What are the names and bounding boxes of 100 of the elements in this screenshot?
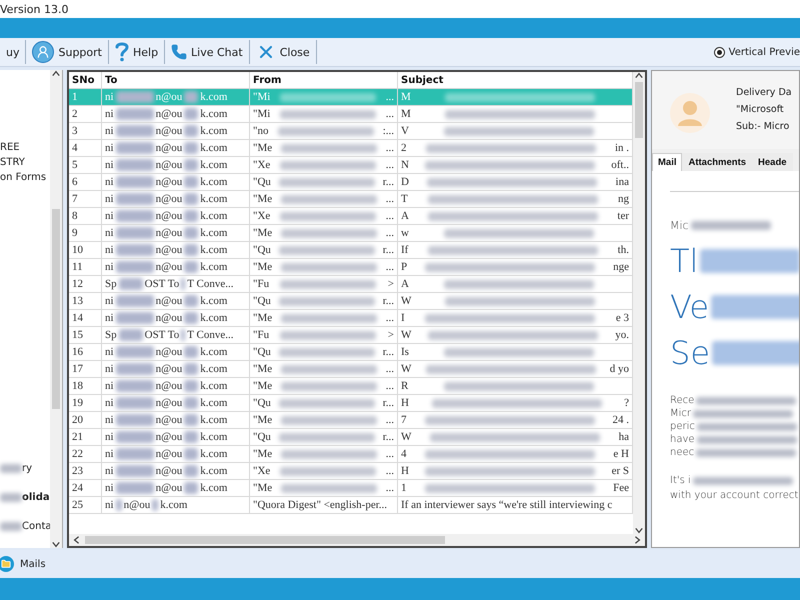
scroll-down-icon[interactable] <box>635 526 643 534</box>
table-row[interactable]: 6 ni n@ou k.com "Qu r... D ina <box>69 174 633 191</box>
table-cell: k.com <box>200 210 228 222</box>
table-row[interactable]: 22 ni n@ou k.com "Me ... 4 e H <box>69 446 633 463</box>
table-cell: "Me <box>253 448 272 460</box>
toolbar-button[interactable]: Support <box>26 40 109 64</box>
table-row[interactable]: 17 ni n@ou k.com "Me ... W d yo <box>69 361 633 378</box>
table-row[interactable]: 20 ni n@ou k.com "Me ... 7 24 . <box>69 412 633 429</box>
table-row[interactable]: 12 Sp OST To T Conve... "Fu > A <box>69 276 633 293</box>
table-row[interactable]: 9 ni n@ou k.com "Me ... w <box>69 225 633 242</box>
scrollbar-thumb[interactable] <box>635 82 643 138</box>
table-row[interactable]: 4 ni n@ou k.com "Me ... 2 in . <box>69 140 633 157</box>
table-cell: R <box>401 380 408 392</box>
table-cell: ni <box>105 448 114 460</box>
table-cell: n@ou <box>156 448 182 460</box>
table-cell: k.com <box>160 499 188 511</box>
tree-item[interactable]: ry <box>22 463 32 474</box>
blurred-text <box>116 108 154 120</box>
toolbar-button[interactable]: Live Chat <box>165 40 250 64</box>
table-cell: ni <box>105 465 114 477</box>
table-row[interactable]: 3 ni n@ou k.com "no :... V <box>69 123 633 140</box>
table-cell: P <box>401 261 408 273</box>
table-row[interactable]: 23 ni n@ou k.com "Xe ... H er S <box>69 463 633 480</box>
table-cell: T Conve... <box>187 329 234 341</box>
scroll-up-icon[interactable] <box>635 72 643 80</box>
table-row[interactable]: 10 ni n@ou k.com "Qu r... If th. <box>69 242 633 259</box>
blurred-text <box>184 346 198 358</box>
table-cell: k.com <box>200 448 228 460</box>
scroll-down-icon[interactable] <box>52 540 60 548</box>
vertical-preview-option[interactable]: Vertical Previe <box>714 46 800 58</box>
scroll-left-icon[interactable] <box>73 536 81 544</box>
tree-item[interactable]: on Forms <box>0 172 46 183</box>
table-row[interactable]: 21 ni n@ou k.com "Qu r... W ha <box>69 429 633 446</box>
table-cell: r... <box>382 244 394 256</box>
table-cell: ni <box>105 108 114 120</box>
toolbar-button[interactable]: Help <box>108 40 166 64</box>
table-cell: n@ou <box>156 482 182 494</box>
table-row[interactable]: 25 ni n@ou k.com "Quora Digest" <english-per... If an interviewer says “we're still interviewing c <box>69 497 633 514</box>
table-cell: k.com <box>200 108 228 120</box>
table-cell: 7 <box>72 193 78 205</box>
blurred-text <box>184 176 198 188</box>
table-row[interactable]: 5 ni n@ou k.com "Xe ... N oft.. <box>69 157 633 174</box>
column-header[interactable]: Subject <box>401 74 444 86</box>
table-row[interactable]: 18 ni n@ou k.com "Me ... R <box>69 378 633 395</box>
table-row[interactable]: 15 Sp OST To T Conve... "Fu > W yo. <box>69 327 633 344</box>
tree-item[interactable]: REE <box>0 142 20 153</box>
blurred-text <box>116 125 154 137</box>
radio-button[interactable] <box>714 46 725 58</box>
phone-icon <box>171 44 188 60</box>
table-cell: n@ou <box>156 380 182 392</box>
tree-item[interactable]: STRY <box>0 157 25 168</box>
scrollbar-thumb[interactable] <box>85 536 445 544</box>
table-cell: k.com <box>200 482 228 494</box>
table-cell: ni <box>105 363 114 375</box>
table-cell: "Xe <box>253 210 270 222</box>
toolbar-button[interactable]: uy <box>0 40 26 64</box>
preview-tab[interactable]: Attachments <box>682 153 752 171</box>
table-cell: M <box>401 108 411 120</box>
scroll-right-icon[interactable] <box>633 536 641 544</box>
table-cell: ... <box>386 465 394 477</box>
table-cell: 16 <box>72 346 83 358</box>
status-label[interactable]: Mails <box>20 558 46 570</box>
table-cell: ter <box>617 210 629 222</box>
column-header[interactable]: From <box>253 74 282 86</box>
table-row[interactable]: 11 ni n@ou k.com "Me ... P nge <box>69 259 633 276</box>
question-mark-icon <box>114 42 129 62</box>
table-cell: 11 <box>72 261 83 273</box>
table-row[interactable]: 19 ni n@ou k.com "Qu r... H ? <box>69 395 633 412</box>
table-cell: 3 <box>72 125 78 137</box>
table-row[interactable]: 16 ni n@ou k.com "Qu r... Is <box>69 344 633 361</box>
blurred-text <box>184 363 198 375</box>
table-cell: ni <box>105 176 114 188</box>
table-row[interactable]: 14 ni n@ou k.com "Me ... I e 3 <box>69 310 633 327</box>
table-cell: n@ou <box>156 431 182 443</box>
table-row[interactable]: 7 ni n@ou k.com "Me ... T ng <box>69 191 633 208</box>
column-header[interactable]: SNo <box>72 74 94 86</box>
preview-tab[interactable]: Mail <box>652 153 682 171</box>
table-cell: "Fu <box>253 329 270 341</box>
table-cell: n@ou <box>156 125 182 137</box>
table-cell: ni <box>105 210 114 222</box>
table-row[interactable]: 24 ni n@ou k.com "Me ... 1 Fee <box>69 480 633 497</box>
blurred-text <box>184 142 198 154</box>
table-cell: n@ou <box>156 363 182 375</box>
blurred-text <box>0 464 22 473</box>
scroll-up-icon[interactable] <box>52 70 60 78</box>
blurred-text <box>116 397 154 409</box>
table-cell: in . <box>614 142 629 154</box>
body-text: neec <box>670 447 694 458</box>
blurred-text <box>116 176 154 188</box>
blurred-text <box>181 329 186 341</box>
table-row[interactable]: 8 ni n@ou k.com "Xe ... A ter <box>69 208 633 225</box>
table-row[interactable]: 2 ni n@ou k.com "Mi ... M <box>69 106 633 123</box>
column-header[interactable]: To <box>105 74 118 86</box>
blurred-text <box>184 397 198 409</box>
preview-tab[interactable]: Heade <box>752 153 793 171</box>
table-row[interactable]: 13 ni n@ou k.com "Qu r... W <box>69 293 633 310</box>
table-cell: "Me <box>253 227 272 239</box>
tree-item[interactable]: olida <box>22 492 50 503</box>
toolbar-button[interactable]: Close <box>250 40 317 64</box>
scrollbar-thumb[interactable] <box>52 209 60 409</box>
